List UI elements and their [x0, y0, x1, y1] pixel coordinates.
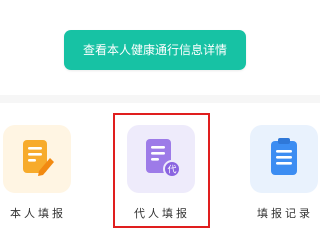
self-report-label: 本人填报 [10, 207, 66, 220]
report-records-tile[interactable] [250, 125, 318, 193]
top-section: 查看本人健康通行信息详情 [0, 0, 320, 95]
clipboard-list-icon [271, 138, 297, 175]
section-divider [0, 95, 320, 103]
self-report-tile[interactable] [3, 125, 71, 193]
view-health-pass-details-button[interactable]: 查看本人健康通行信息详情 [64, 30, 246, 70]
selection-highlight-box [113, 113, 210, 228]
edit-document-icon [23, 140, 54, 176]
report-records-label: 填报记录 [257, 207, 313, 220]
